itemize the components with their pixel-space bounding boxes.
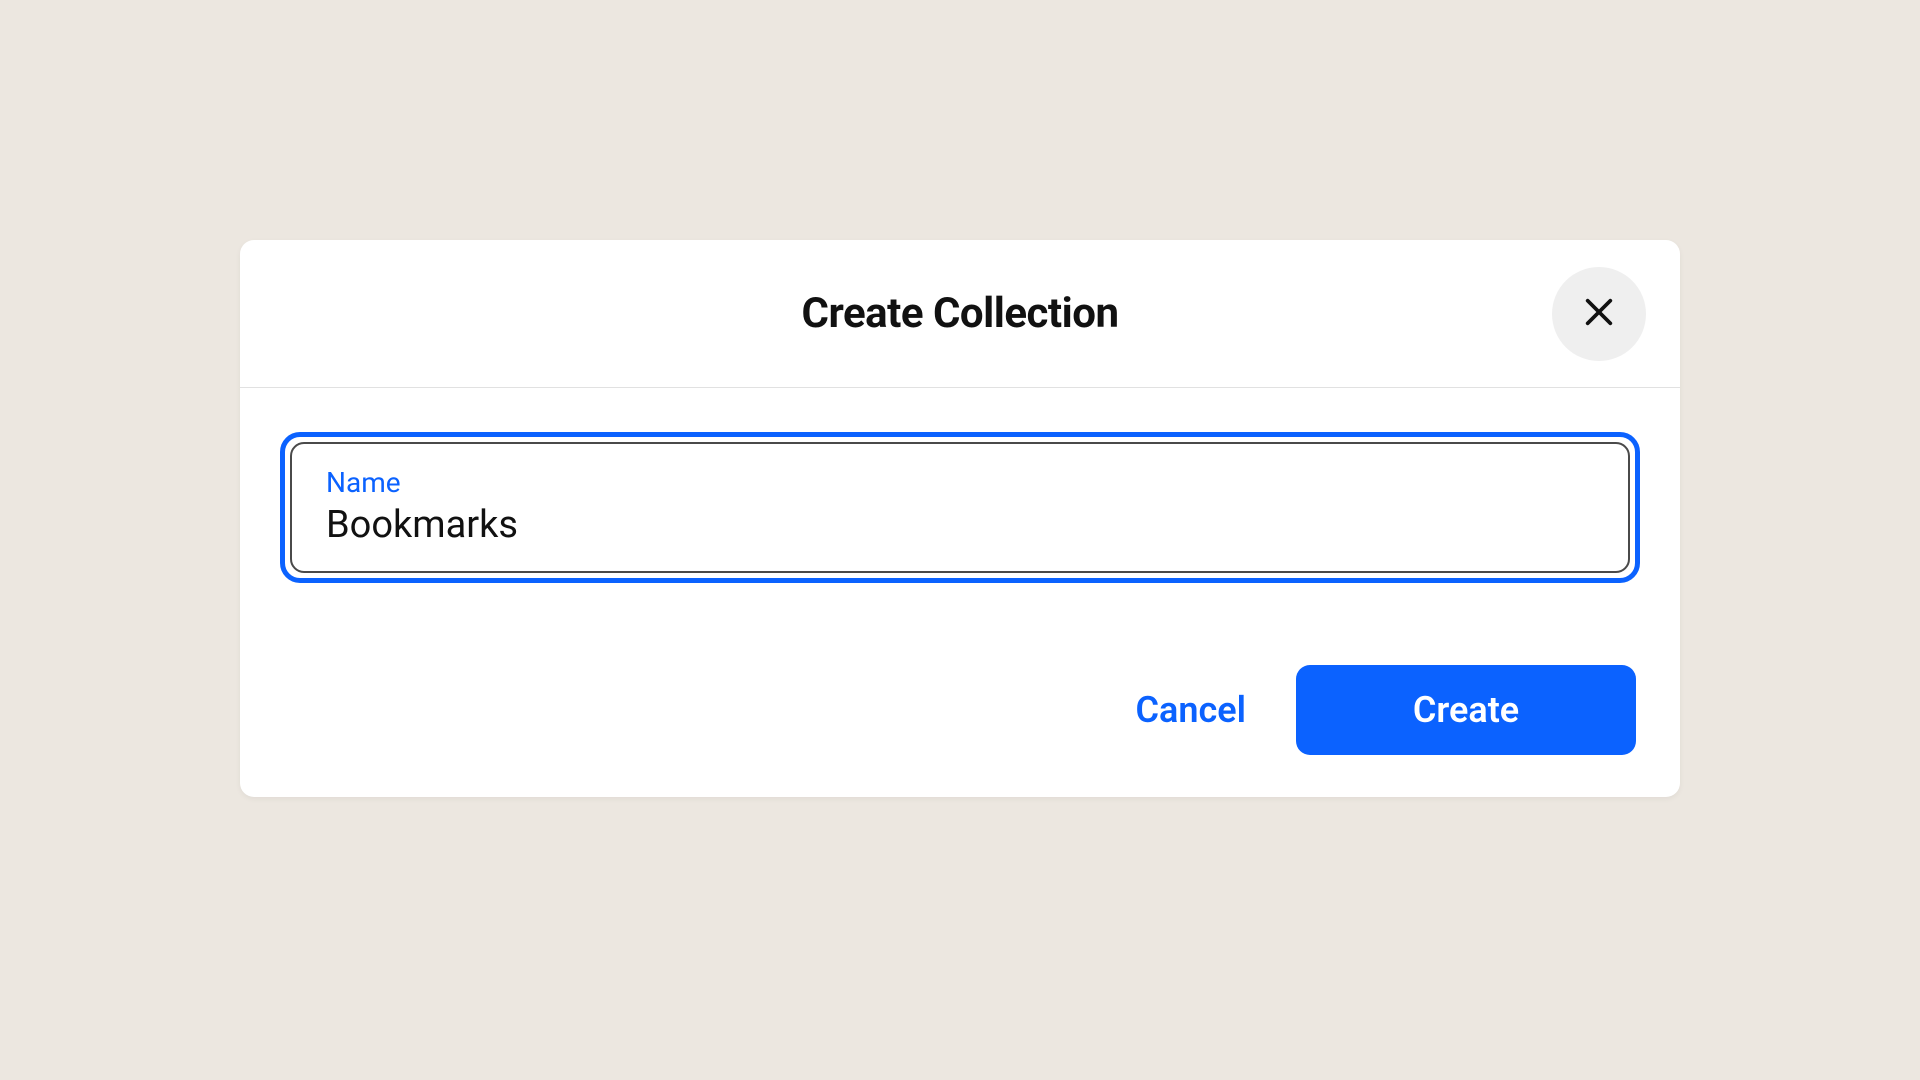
dialog-body: Name [240,388,1680,625]
name-field-focus-ring: Name [280,432,1640,583]
create-collection-dialog: Create Collection Name Cancel Create [240,240,1680,797]
dialog-header: Create Collection [240,240,1680,388]
create-button[interactable]: Create [1296,665,1636,755]
dialog-footer: Cancel Create [240,625,1680,797]
close-icon [1582,295,1616,332]
name-input[interactable] [326,503,1594,547]
name-field-label: Name [326,466,1594,499]
name-field-wrapper: Name [290,442,1630,573]
cancel-button[interactable]: Cancel [1136,689,1246,731]
dialog-title: Create Collection [801,289,1118,338]
close-button[interactable] [1552,267,1646,361]
